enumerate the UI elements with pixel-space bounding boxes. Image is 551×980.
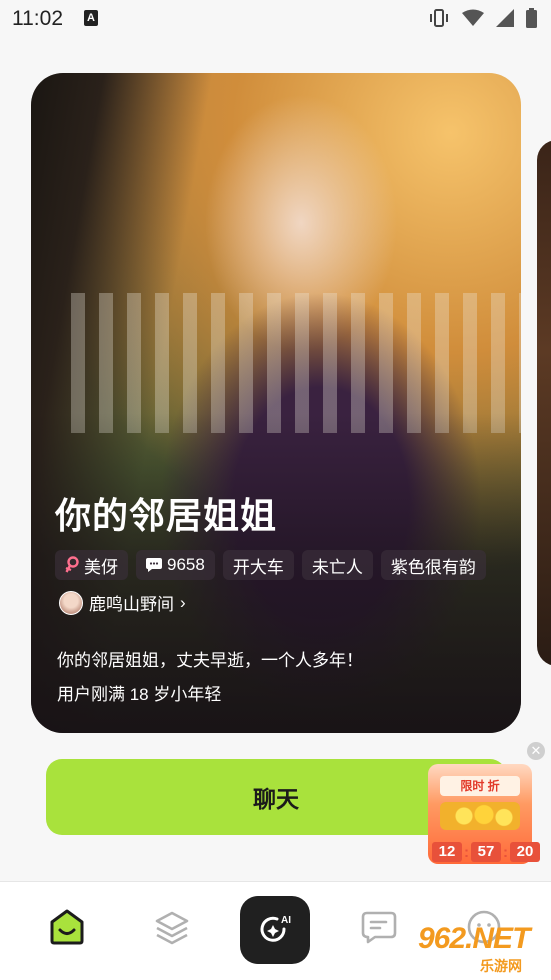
- watermark-sub: 乐游网: [480, 958, 522, 974]
- tag-item[interactable]: 紫色很有韵: [380, 550, 486, 580]
- creator-name: 鹿鸣山野间: [89, 595, 174, 614]
- promo-countdown: 12 : 57 : 20: [432, 842, 540, 862]
- countdown-separator: :: [503, 843, 508, 861]
- chevron-right-icon: ›: [180, 592, 186, 612]
- message-icon: [361, 911, 397, 944]
- tag-item[interactable]: 开大车: [222, 550, 294, 580]
- watermark-text: 962.NET: [418, 922, 530, 955]
- tag-gender[interactable]: 美伢: [55, 550, 128, 580]
- notification-icon: A: [84, 10, 98, 26]
- nav-ai-create[interactable]: AI: [240, 896, 310, 964]
- ai-badge-text: AI: [281, 915, 291, 926]
- card-background-art: [71, 293, 521, 433]
- gold-coins-icon: [440, 802, 520, 830]
- nav-messages[interactable]: [360, 908, 400, 948]
- wifi-icon: [462, 9, 484, 26]
- tag-label: 紫色很有韵: [390, 557, 476, 577]
- promo-widget[interactable]: 限时 折 12 : 57 : 20 ✕: [420, 740, 551, 870]
- next-character-card[interactable]: [537, 140, 551, 666]
- nav-home[interactable]: [48, 908, 88, 948]
- layers-icon: [155, 911, 189, 945]
- chat-count-icon: [146, 558, 162, 572]
- promo-banner: 限时 折: [440, 776, 520, 796]
- creator-avatar: [59, 590, 83, 615]
- home-face-icon: [50, 909, 84, 945]
- tag-chat-count[interactable]: 9658: [136, 550, 215, 580]
- character-card[interactable]: 你的邻居姐姐 美伢 9658 开大车 未亡人 紫色很有韵 鹿鸣山野间 › 你的邻…: [31, 73, 521, 733]
- countdown-minutes: 57: [471, 842, 501, 862]
- system-icons: [428, 8, 537, 28]
- battery-icon: [526, 8, 537, 28]
- tag-list: 美伢 9658 开大车 未亡人 紫色很有韵: [55, 550, 486, 580]
- tag-item[interactable]: 未亡人: [301, 550, 373, 580]
- promo-close-icon[interactable]: ✕: [527, 742, 545, 760]
- vibrate-icon: [430, 9, 448, 27]
- countdown-hours: 12: [432, 842, 462, 862]
- tag-label: 9658: [167, 555, 205, 574]
- nav-discover[interactable]: [153, 908, 193, 948]
- watermark-logo: 962.NET 乐游网: [418, 922, 546, 974]
- status-bar: 11:02 A: [0, 0, 551, 38]
- creator-link[interactable]: 鹿鸣山野间 ›: [59, 590, 186, 615]
- ai-sparkle-icon: AI: [260, 915, 291, 942]
- female-icon: [65, 556, 79, 573]
- tag-label: 开大车: [232, 557, 284, 577]
- character-age-note: 用户刚满 18 岁小年轻: [57, 685, 222, 704]
- countdown-separator: :: [464, 843, 469, 861]
- signal-icon: [496, 9, 514, 27]
- status-time: 11:02: [12, 7, 63, 30]
- tag-label: 美伢: [84, 557, 118, 577]
- tag-label: 未亡人: [311, 557, 363, 577]
- character-name: 你的邻居姐姐: [55, 495, 278, 536]
- character-description: 你的邻居姐姐，丈夫早逝，一个人多年！: [57, 651, 363, 670]
- countdown-seconds: 20: [510, 842, 540, 862]
